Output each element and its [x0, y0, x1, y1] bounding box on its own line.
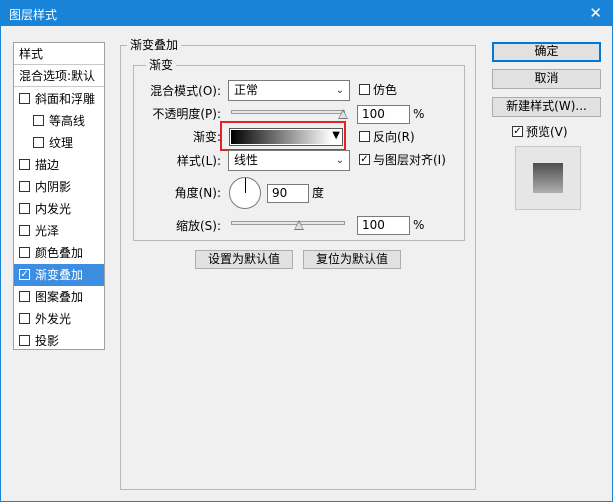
checkbox-icon[interactable]	[359, 84, 370, 95]
checkbox-icon[interactable]	[33, 137, 44, 148]
sidebar-item-texture[interactable]: 纹理	[14, 132, 104, 154]
sidebar-item-label: 光泽	[35, 224, 60, 238]
sidebar-item-label: 内发光	[35, 202, 72, 216]
angle-label: 角度(N):	[174, 186, 221, 200]
preview-label: 预览(V)	[526, 125, 568, 139]
checkbox-icon[interactable]	[359, 131, 370, 142]
style-preview-thumbnail	[515, 146, 581, 210]
layer-style-dialog: 图层样式 ✕ 样式 混合选项:默认 斜面和浮雕 等高线 纹理 描边 内阴影 内发…	[0, 0, 613, 502]
scale-unit: %	[413, 218, 425, 232]
align-with-layer-label: 与图层对齐(I)	[373, 153, 446, 167]
checkbox-icon[interactable]	[19, 159, 30, 170]
blend-mode-select[interactable]: 正常 ⌄	[228, 80, 350, 101]
sidebar-item-label: 图案叠加	[35, 290, 84, 304]
angle-unit: 度	[312, 186, 325, 200]
checkbox-icon[interactable]	[19, 203, 30, 214]
gradient-picker[interactable]: ▼	[229, 128, 343, 146]
opacity-unit: %	[413, 107, 425, 121]
sidebar-item-outer-glow[interactable]: 外发光	[14, 308, 104, 330]
scale-label: 缩放(S):	[175, 219, 221, 233]
blend-mode-label: 混合模式(O):	[150, 84, 221, 98]
style-label: 样式(L):	[176, 154, 221, 168]
sidebar-item-inner-shadow[interactable]: 内阴影	[14, 176, 104, 198]
sidebar-item-label: 渐变叠加	[35, 268, 84, 282]
checkbox-icon[interactable]	[19, 247, 30, 258]
cancel-button[interactable]: 取消	[492, 69, 601, 89]
gradient-label: 渐变:	[192, 130, 221, 144]
sidebar-item-color-overlay[interactable]: 颜色叠加	[14, 242, 104, 264]
opacity-input[interactable]: 100	[357, 105, 410, 124]
subgroup-title: 渐变	[146, 58, 177, 72]
sidebar-item-gradient-overlay[interactable]: ✓ 渐变叠加	[14, 264, 104, 286]
reverse-checkbox[interactable]: 反向(R)	[359, 130, 415, 144]
angle-dial[interactable]	[229, 177, 261, 209]
preview-swatch	[533, 163, 563, 193]
align-with-layer-checkbox[interactable]: ✓ 与图层对齐(I)	[359, 153, 446, 167]
make-default-button[interactable]: 设置为默认值	[195, 250, 293, 269]
sidebar-item-label: 内阴影	[35, 180, 72, 194]
checkbox-icon[interactable]	[19, 335, 30, 346]
preview-checkbox[interactable]: ✓ 预览(V)	[512, 125, 568, 139]
scale-slider[interactable]	[231, 221, 345, 225]
sidebar-item-pattern-overlay[interactable]: 图案叠加	[14, 286, 104, 308]
sidebar-item-inner-glow[interactable]: 内发光	[14, 198, 104, 220]
checkbox-icon[interactable]	[19, 313, 30, 324]
angle-needle	[245, 178, 246, 193]
sidebar-item-label: 描边	[35, 158, 60, 172]
blending-options-item[interactable]: 混合选项:默认	[14, 65, 104, 87]
opacity-slider-thumb[interactable]	[338, 109, 348, 119]
styles-list: 样式 混合选项:默认 斜面和浮雕 等高线 纹理 描边 内阴影 内发光 光泽 颜色…	[13, 42, 105, 350]
checkbox-icon[interactable]	[19, 225, 30, 236]
group-title: 渐变叠加	[127, 38, 182, 52]
reset-to-default-button[interactable]: 复位为默认值	[303, 250, 401, 269]
dropdown-triangle-icon[interactable]: ▼	[332, 130, 340, 141]
sidebar-item-label: 纹理	[49, 136, 74, 150]
checkbox-checked-icon[interactable]: ✓	[19, 269, 30, 280]
sidebar-item-label: 斜面和浮雕	[35, 92, 96, 106]
scale-input[interactable]: 100	[357, 216, 410, 235]
sidebar-item-stroke[interactable]: 描边	[14, 154, 104, 176]
checkbox-checked-icon[interactable]: ✓	[512, 126, 523, 137]
chevron-down-icon: ⌄	[335, 85, 344, 96]
sidebar-item-bevel-emboss[interactable]: 斜面和浮雕	[14, 88, 104, 110]
dither-checkbox[interactable]: 仿色	[359, 83, 397, 97]
sidebar-item-label: 等高线	[49, 114, 86, 128]
blend-mode-value: 正常	[234, 83, 259, 97]
styles-header[interactable]: 样式	[14, 43, 104, 65]
sidebar-item-label: 颜色叠加	[35, 246, 84, 260]
sidebar-item-contour[interactable]: 等高线	[14, 110, 104, 132]
checkbox-icon[interactable]	[19, 93, 30, 104]
chevron-down-icon: ⌄	[335, 155, 344, 166]
new-style-button[interactable]: 新建样式(W)...	[492, 97, 601, 117]
scale-slider-thumb[interactable]	[294, 220, 304, 230]
sidebar-item-drop-shadow[interactable]: 投影	[14, 330, 104, 352]
gradient-preview-bar[interactable]	[231, 130, 332, 144]
style-select[interactable]: 线性 ⌄	[228, 150, 350, 171]
angle-input[interactable]: 90	[267, 184, 309, 203]
ok-button[interactable]: 确定	[492, 42, 601, 62]
close-icon[interactable]: ✕	[589, 4, 602, 22]
opacity-label: 不透明度(P):	[152, 107, 221, 121]
reverse-label: 反向(R)	[373, 130, 415, 144]
checkbox-icon[interactable]	[33, 115, 44, 126]
title-bar: 图层样式 ✕	[1, 1, 612, 26]
opacity-slider[interactable]	[231, 110, 345, 114]
checkbox-icon[interactable]	[19, 181, 30, 192]
checkbox-checked-icon[interactable]: ✓	[359, 154, 370, 165]
window-title: 图层样式	[9, 8, 58, 22]
sidebar-item-satin[interactable]: 光泽	[14, 220, 104, 242]
sidebar-item-label: 投影	[35, 334, 60, 348]
style-value: 线性	[234, 153, 259, 167]
dither-label: 仿色	[373, 83, 398, 97]
checkbox-icon[interactable]	[19, 291, 30, 302]
sidebar-item-label: 外发光	[35, 312, 72, 326]
